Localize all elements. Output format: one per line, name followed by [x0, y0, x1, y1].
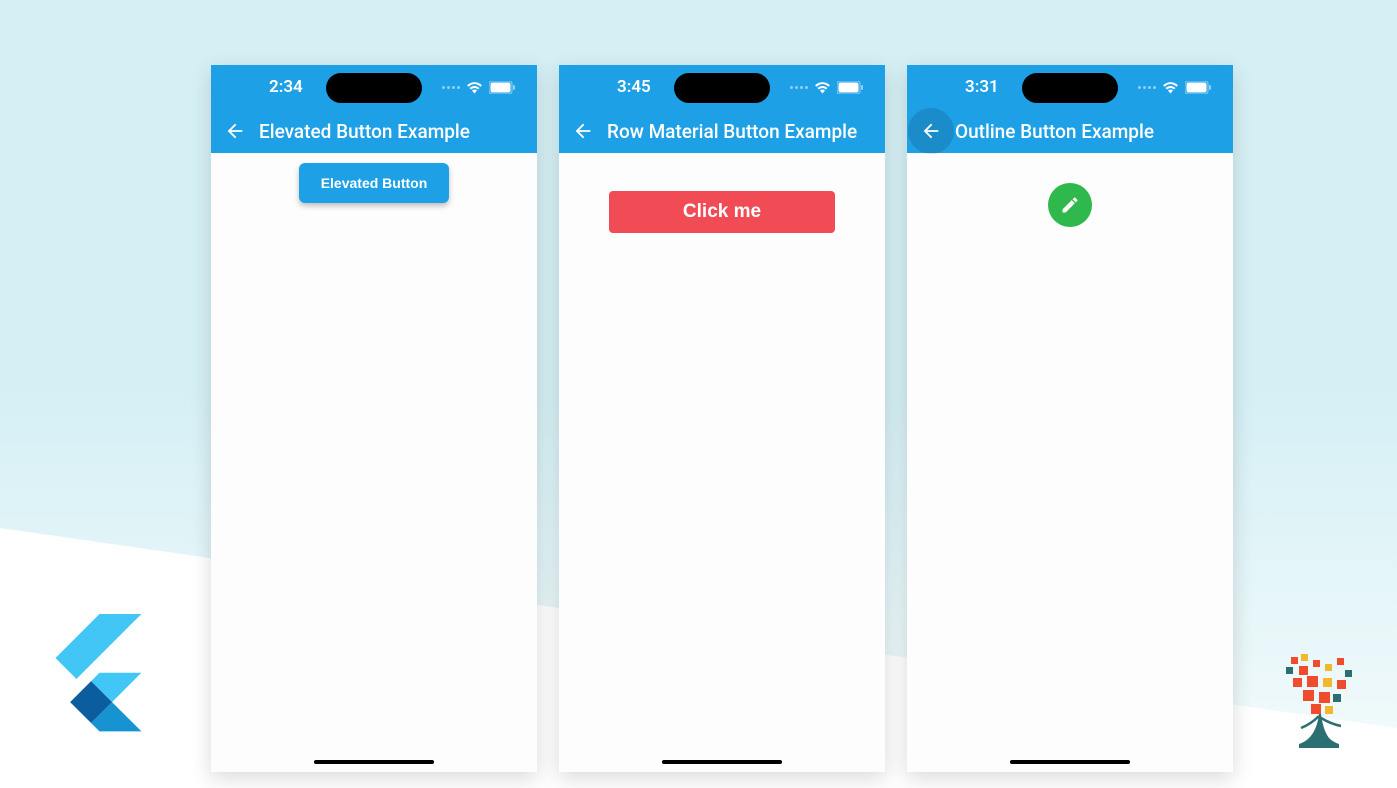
edit-icon: [1060, 195, 1080, 215]
status-icons: [1138, 81, 1211, 94]
status-bar: 3:31: [907, 65, 1233, 109]
elevated-button[interactable]: Elevated Button: [299, 163, 450, 203]
status-icons: [442, 81, 515, 94]
flutter-logo: [34, 614, 144, 744]
status-time: 3:31: [965, 77, 999, 97]
top-bar: 3:45 Row Material Button Example: [559, 65, 885, 153]
phone-body: [907, 153, 1233, 772]
status-time: 2:34: [269, 77, 303, 97]
phone-row: 2:34 Elevated Button Example Elevated Bu…: [211, 65, 1233, 772]
app-bar-title: Outline Button Example: [955, 120, 1154, 143]
cellular-icon: [1138, 86, 1156, 89]
dynamic-island: [326, 73, 422, 103]
raw-material-button[interactable]: Click me: [609, 191, 835, 233]
phone-mockup: 2:34 Elevated Button Example Elevated Bu…: [211, 65, 537, 772]
dynamic-island: [1022, 73, 1118, 103]
status-icons: [790, 81, 863, 94]
top-bar: 3:31 Outline Button Example: [907, 65, 1233, 153]
phone-mockup: 3:31 Outline Button Example: [907, 65, 1233, 772]
battery-icon: [837, 81, 863, 94]
app-bar-title: Elevated Button Example: [259, 120, 470, 143]
app-bar: Row Material Button Example: [559, 109, 885, 153]
top-bar: 2:34 Elevated Button Example: [211, 65, 537, 153]
phone-mockup: 3:45 Row Material Button Example Click m…: [559, 65, 885, 772]
app-bar: Elevated Button Example: [211, 109, 537, 153]
app-bar: Outline Button Example: [907, 109, 1233, 153]
wifi-icon: [1162, 81, 1179, 94]
battery-icon: [489, 81, 515, 94]
cellular-icon: [442, 86, 460, 89]
home-indicator: [662, 760, 782, 764]
battery-icon: [1185, 81, 1211, 94]
arrow-back-icon: [920, 120, 942, 142]
status-bar: 3:45: [559, 65, 885, 109]
home-indicator: [314, 760, 434, 764]
home-indicator: [1010, 760, 1130, 764]
arrow-back-icon: [224, 120, 246, 142]
phone-body: Click me: [559, 153, 885, 772]
status-time: 3:45: [617, 77, 651, 97]
pixel-tree-logo: [1281, 652, 1361, 752]
back-button[interactable]: [919, 119, 943, 143]
arrow-back-icon: [572, 120, 594, 142]
wifi-icon: [466, 81, 483, 94]
back-button[interactable]: [571, 119, 595, 143]
status-bar: 2:34: [211, 65, 537, 109]
back-button[interactable]: [223, 119, 247, 143]
app-bar-title: Row Material Button Example: [607, 120, 857, 143]
floating-action-button[interactable]: [1048, 183, 1092, 227]
phone-body: Elevated Button: [211, 153, 537, 772]
cellular-icon: [790, 86, 808, 89]
wifi-icon: [814, 81, 831, 94]
dynamic-island: [674, 73, 770, 103]
